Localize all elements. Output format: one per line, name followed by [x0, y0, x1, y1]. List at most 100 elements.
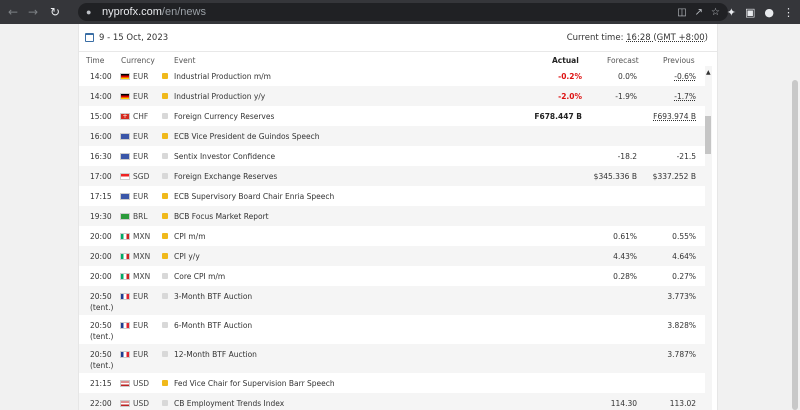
- currency-code: MXN: [133, 252, 151, 261]
- table-row[interactable]: 20:00 MXN CPI m/m 0.61% 0.55%: [79, 226, 705, 246]
- importance-med-icon: [162, 73, 168, 79]
- event-name[interactable]: 12-Month BTF Auction: [174, 350, 257, 359]
- flag-br-icon: [120, 213, 130, 220]
- importance-low-icon: [162, 153, 168, 159]
- event-name[interactable]: Foreign Currency Reserves: [174, 112, 274, 121]
- page-scrollbar[interactable]: [790, 24, 800, 410]
- actual-value: -0.2%: [558, 72, 582, 81]
- previous-value: 113.02: [669, 399, 696, 408]
- previous-value: -21.5: [676, 152, 696, 161]
- table-row[interactable]: 16:30 EUR Sentix Investor Confidence -18.2 -…: [79, 146, 705, 166]
- extensions-icon[interactable]: ✦: [727, 6, 736, 19]
- column-headers: Time Currency Event Actual Forecast Prev…: [79, 53, 717, 67]
- sidepanel-icon[interactable]: ▣: [745, 6, 755, 19]
- importance-low-icon: [162, 351, 168, 357]
- event-name[interactable]: CB Employment Trends Index: [174, 399, 284, 408]
- table-row[interactable]: 15:00 + CHF Foreign Currency Reserves F678.4…: [79, 106, 705, 126]
- flag-us-icon: [120, 380, 130, 387]
- currency-code: MXN: [133, 232, 151, 241]
- event-time-tentative: (tent.): [90, 361, 114, 370]
- event-time-tentative: (tent.): [90, 332, 114, 341]
- event-time: 22:00: [90, 399, 112, 408]
- calendar-header: 9 - 15 Oct, 2023 Current time: 16:28 (GM…: [79, 24, 717, 52]
- current-time-label: Current time:: [566, 32, 624, 43]
- event-time: 17:15: [90, 192, 112, 201]
- col-time: Time: [86, 56, 105, 65]
- table-row[interactable]: 14:00 EUR Industrial Production y/y -2.0% -1…: [79, 86, 705, 106]
- event-name[interactable]: ECB Vice President de Guindos Speech: [174, 132, 319, 141]
- star-icon[interactable]: ☆: [711, 7, 720, 18]
- economic-calendar-panel: 9 - 15 Oct, 2023 Current time: 16:28 (GM…: [78, 24, 718, 410]
- table-row[interactable]: 17:00 SGD Foreign Exchange Reserves $345.33…: [79, 166, 705, 186]
- menu-icon[interactable]: ⋮: [783, 6, 794, 19]
- address-bar[interactable]: ● nyprofx.com/en/news ◫ ↗ ☆: [78, 3, 728, 21]
- importance-low-icon: [162, 293, 168, 299]
- currency-code: EUR: [133, 132, 149, 141]
- event-name[interactable]: BCB Focus Market Report: [174, 212, 269, 221]
- event-name[interactable]: Core CPI m/m: [174, 272, 225, 281]
- flag-mx-icon: [120, 233, 130, 240]
- lock-icon[interactable]: ●: [86, 7, 96, 17]
- table-row[interactable]: 20:00 MXN Core CPI m/m 0.28% 0.27%: [79, 266, 705, 286]
- table-row[interactable]: 19:30 BRL BCB Focus Market Report: [79, 206, 705, 226]
- currency-code: EUR: [133, 152, 149, 161]
- event-name[interactable]: Sentix Investor Confidence: [174, 152, 275, 161]
- reload-icon[interactable]: ↻: [48, 0, 62, 24]
- table-row[interactable]: 17:15 EUR ECB Supervisory Board Chair Enri…: [79, 186, 705, 206]
- table-row[interactable]: 16:00 EUR ECB Vice President de Guindos Sp…: [79, 126, 705, 146]
- table-scroll-thumb[interactable]: [705, 116, 711, 154]
- previous-value: $337.252 B: [652, 172, 696, 181]
- forecast-value: 4.43%: [613, 252, 637, 261]
- event-time: 15:00: [90, 112, 112, 121]
- table-scrollbar[interactable]: ▲: [705, 66, 712, 410]
- forward-icon[interactable]: →: [26, 0, 40, 24]
- previous-value: 3.828%: [667, 321, 696, 330]
- scroll-up-icon[interactable]: ▲: [706, 69, 711, 76]
- col-forecast: Forecast: [607, 56, 639, 65]
- event-name[interactable]: Foreign Exchange Reserves: [174, 172, 277, 181]
- importance-med-icon: [162, 133, 168, 139]
- event-name[interactable]: Industrial Production y/y: [174, 92, 265, 101]
- table-row[interactable]: 22:00 USD CB Employment Trends Index 114.30…: [79, 393, 705, 410]
- event-name[interactable]: CPI m/m: [174, 232, 206, 241]
- table-row[interactable]: 20:50 (tent.) EUR 6-Month BTF Auction 3.828%: [79, 315, 705, 344]
- currency-code: MXN: [133, 272, 151, 281]
- forecast-value: 114.30: [610, 399, 637, 408]
- event-name[interactable]: 3-Month BTF Auction: [174, 292, 252, 301]
- event-name[interactable]: ECB Supervisory Board Chair Enria Speech: [174, 192, 334, 201]
- table-row[interactable]: 20:00 MXN CPI y/y 4.43% 4.64%: [79, 246, 705, 266]
- date-range-picker[interactable]: 9 - 15 Oct, 2023: [85, 33, 168, 43]
- importance-med-icon: [162, 213, 168, 219]
- profile-icon[interactable]: ●: [764, 6, 774, 19]
- date-range-label: 9 - 15 Oct, 2023: [99, 32, 169, 43]
- url-path: /en/news: [161, 6, 206, 18]
- back-icon[interactable]: ←: [6, 0, 20, 24]
- event-name[interactable]: Fed Vice Chair for Supervision Barr Spee…: [174, 379, 335, 388]
- event-time: 20:50: [90, 350, 112, 359]
- event-time: 14:00: [90, 92, 112, 101]
- forecast-value: -1.9%: [615, 92, 637, 101]
- flag-mx-icon: [120, 253, 130, 260]
- forecast-value: 0.61%: [613, 232, 637, 241]
- right-margin: [718, 24, 790, 410]
- event-time: 20:00: [90, 232, 112, 241]
- previous-value: -0.6%: [674, 72, 696, 81]
- col-actual: Actual: [552, 56, 579, 65]
- table-row[interactable]: 20:50 (tent.) EUR 12-Month BTF Auction 3.787…: [79, 344, 705, 373]
- share-icon[interactable]: ↗: [695, 7, 703, 18]
- current-time-value[interactable]: 16:28 (GMT +8:00): [626, 33, 708, 43]
- table-row[interactable]: 21:15 USD Fed Vice Chair for Supervision B…: [79, 373, 705, 393]
- page-scroll-thumb[interactable]: [792, 80, 798, 410]
- current-time: Current time: 16:28 (GMT +8:00): [567, 33, 708, 43]
- previous-value: F693.974 B: [653, 112, 696, 121]
- currency-code: CHF: [133, 112, 149, 121]
- event-name[interactable]: CPI y/y: [174, 252, 200, 261]
- event-name[interactable]: 6-Month BTF Auction: [174, 321, 252, 330]
- translate-icon[interactable]: ◫: [677, 7, 686, 18]
- table-row[interactable]: 20:50 (tent.) EUR 3-Month BTF Auction 3.773%: [79, 286, 705, 315]
- table-row[interactable]: 14:00 EUR Industrial Production m/m -0.2% 0.…: [79, 66, 705, 86]
- calendar-icon: [85, 33, 94, 42]
- event-name[interactable]: Industrial Production m/m: [174, 72, 271, 81]
- currency-code: BRL: [133, 212, 148, 221]
- left-margin: [0, 24, 78, 410]
